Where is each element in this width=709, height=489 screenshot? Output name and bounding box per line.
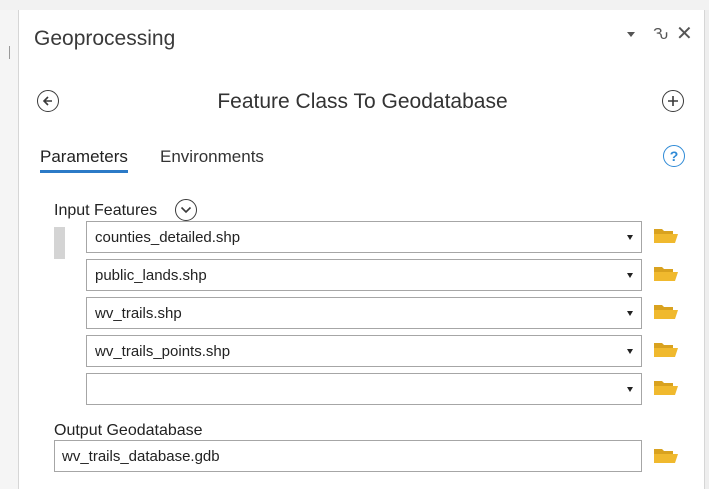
left-dock-edge: [0, 10, 18, 489]
input-feature-value: wv_trails_points.shp: [95, 343, 231, 360]
output-geodatabase-label: Output Geodatabase: [54, 422, 203, 439]
output-geodatabase-value: wv_trails_database.gdb: [62, 448, 220, 465]
help-icon[interactable]: ?: [663, 145, 685, 167]
dock-tick: [9, 46, 10, 59]
pane-menu-icon[interactable]: [627, 32, 635, 37]
close-icon[interactable]: ✕: [676, 24, 693, 44]
dropdown-arrow-icon[interactable]: [627, 387, 633, 392]
dropdown-arrow-icon[interactable]: [627, 311, 633, 316]
top-strip: [0, 0, 709, 10]
browse-folder-icon[interactable]: [653, 264, 679, 282]
pin-icon[interactable]: Ԅ: [653, 25, 668, 45]
input-feature-field-3[interactable]: wv_trails.shp: [86, 297, 642, 329]
tab-parameters[interactable]: Parameters: [40, 147, 128, 173]
output-geodatabase-field[interactable]: wv_trails_database.gdb: [54, 440, 642, 472]
tool-title: Feature Class To Geodatabase: [217, 90, 508, 113]
dropdown-arrow-icon[interactable]: [627, 235, 633, 240]
geoprocessing-pane: Geoprocessing Ԅ ✕ Feature Class To Geoda…: [18, 10, 705, 489]
input-feature-value: public_lands.shp: [95, 267, 207, 284]
active-row-marker: [54, 227, 65, 259]
input-features-label: Input Features: [54, 202, 158, 219]
input-feature-value: wv_trails.shp: [95, 305, 182, 322]
browse-folder-icon[interactable]: [653, 340, 679, 358]
input-feature-field-4[interactable]: wv_trails_points.shp: [86, 335, 642, 367]
input-feature-field-2[interactable]: public_lands.shp: [86, 259, 642, 291]
browse-folder-icon[interactable]: [653, 302, 679, 320]
browse-folder-icon[interactable]: [653, 378, 679, 396]
add-icon[interactable]: [662, 90, 684, 112]
dropdown-arrow-icon[interactable]: [627, 349, 633, 354]
browse-folder-icon[interactable]: [653, 446, 679, 464]
input-feature-field-1[interactable]: counties_detailed.shp: [86, 221, 642, 253]
tab-environments[interactable]: Environments: [160, 147, 264, 167]
chevron-down-icon[interactable]: [175, 199, 197, 221]
dropdown-arrow-icon[interactable]: [627, 273, 633, 278]
input-feature-field-5[interactable]: [86, 373, 642, 405]
input-feature-value: counties_detailed.shp: [95, 229, 241, 246]
pane-title: Geoprocessing: [34, 27, 176, 50]
browse-folder-icon[interactable]: [653, 226, 679, 244]
